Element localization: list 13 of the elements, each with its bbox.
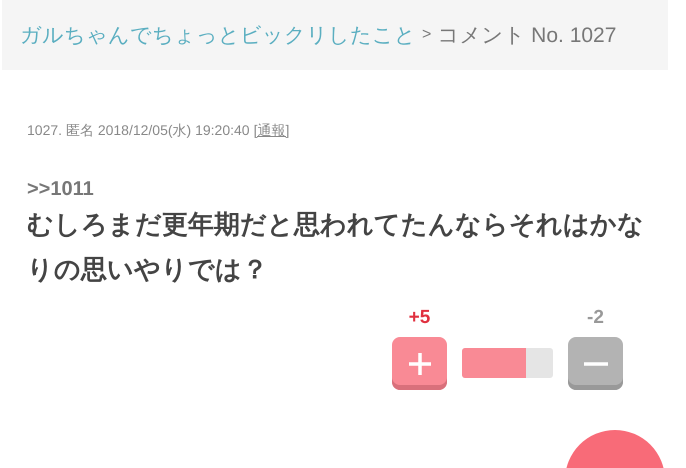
plus-count: +5 xyxy=(408,307,430,329)
breadcrumb-separator: > xyxy=(422,26,432,44)
minus-count: -2 xyxy=(587,307,604,329)
report-link[interactable]: [通報] xyxy=(254,122,290,140)
current-page-label: コメント No. 1027 xyxy=(437,23,616,49)
reply-anchor-link[interactable]: >>1011 xyxy=(27,178,686,201)
comment-body: むしろまだ更年期だと思われてたんならそれはかなりの思いやりでは？ xyxy=(27,209,645,287)
minus-button[interactable] xyxy=(568,337,623,390)
plus-icon xyxy=(406,350,432,376)
comment-meta: 1027. 匿名 2018/12/05(水) 19:20:40 xyxy=(27,122,250,140)
minus-icon xyxy=(584,362,608,366)
plus-button[interactable] xyxy=(392,337,447,390)
thread-link[interactable]: ガルちゃんでちょっとビックリしたこと xyxy=(20,21,416,49)
